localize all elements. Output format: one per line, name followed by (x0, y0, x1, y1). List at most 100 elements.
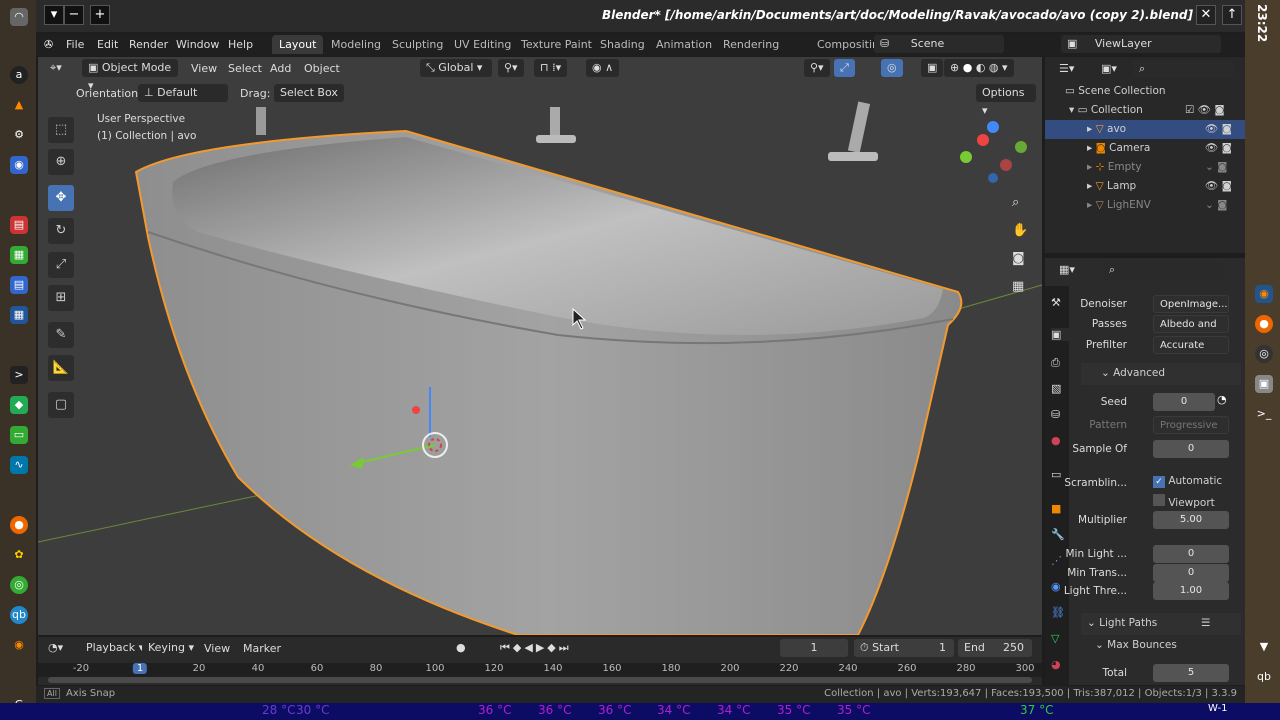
close-button[interactable]: ✕ (1196, 5, 1216, 25)
firefox-icon[interactable]: ● (1255, 315, 1273, 333)
physics-tab-icon[interactable]: ◉ (1051, 580, 1061, 593)
firefox-icon[interactable]: ● (10, 516, 28, 534)
menu-window[interactable]: Window (176, 38, 219, 51)
automatic-checkbox[interactable]: ✓ Automatic (1153, 475, 1222, 488)
sample-offset-field[interactable]: 0 (1153, 440, 1229, 458)
minimize-button[interactable]: − (64, 5, 84, 25)
orientation-selector[interactable]: ⊥ Default (138, 84, 228, 102)
outliner-search-input[interactable]: ⌕ (1133, 60, 1233, 78)
rotate-tool-icon[interactable]: ↻ (48, 218, 74, 244)
menu-file[interactable]: File (66, 38, 84, 51)
calc-icon[interactable]: ▦ (10, 306, 28, 324)
output-tab-icon[interactable]: ⎙ (1051, 356, 1060, 370)
end-frame-field[interactable]: End 250 (958, 639, 1032, 657)
tab-shading[interactable]: Shading (593, 35, 652, 54)
advanced-panel-header[interactable]: ⌄ Advanced (1081, 363, 1241, 385)
scale-tool-icon[interactable]: ⤢ (48, 252, 74, 278)
visibility-icons[interactable]: ⌄ ◙ (1205, 158, 1227, 177)
light-threshold-field[interactable]: 1.00 (1153, 582, 1229, 600)
visibility-selector[interactable]: ⚲▾ (804, 59, 830, 77)
select-tool-icon[interactable]: ⬚ (48, 117, 74, 143)
seed-field[interactable]: 0 (1153, 393, 1215, 411)
visibility-icons[interactable]: ⌄ ◙ (1205, 196, 1227, 215)
system-monitor-icon[interactable]: ◠ (10, 8, 28, 26)
add-cube-tool-icon[interactable]: ▢ (48, 392, 74, 418)
shading-modes[interactable]: ⊕ ● ◐ ◍ ▾ (944, 59, 1014, 77)
view-layer-selector[interactable]: ▣ ViewLayer (1061, 35, 1221, 53)
outliner-item-avo[interactable]: ▸ ▽ avo 👁 ◙ (1045, 120, 1245, 139)
material-tab-icon[interactable]: ◕ (1051, 658, 1061, 671)
writer-icon[interactable]: ▤ (10, 276, 28, 294)
editor-type-button[interactable]: ▦▾ (1053, 261, 1081, 279)
tool-tab-icon[interactable]: ⚒ (1051, 296, 1061, 309)
app-icon[interactable]: ◉ (10, 156, 28, 174)
maximize-button[interactable]: + (90, 5, 110, 25)
outliner-item-empty[interactable]: ▸ ⊹ Empty ⌄ ◙ (1045, 158, 1245, 177)
pan-hand-icon[interactable]: ✋ (1012, 223, 1028, 238)
keep-above-button[interactable]: ↑ (1222, 5, 1242, 25)
timeline-scrollbar[interactable] (48, 677, 1032, 683)
app-icon[interactable]: ▣ (1255, 375, 1273, 393)
menu-view[interactable]: View (191, 62, 217, 75)
app-icon[interactable]: ✿ (10, 546, 28, 564)
constraints-tab-icon[interactable]: ⛓ (1051, 606, 1065, 619)
mode-selector[interactable]: ▣ Object Mode ▾ (82, 59, 178, 92)
prefilter-dropdown[interactable]: Accurate (1153, 336, 1229, 354)
outliner-scene-collection[interactable]: ▭ Scene Collection (1045, 82, 1245, 101)
outliner-item-lamp[interactable]: ▸ ▽ Lamp 👁 ◙ (1045, 177, 1245, 196)
min-trans-field[interactable]: 0 (1153, 564, 1229, 582)
blender-icon[interactable]: ◉ (1255, 285, 1273, 303)
transform-orientation-selector[interactable]: ⤡ Global ▾ (420, 59, 492, 77)
move-tool-icon[interactable]: ✥ (48, 185, 74, 211)
blender-logo-icon[interactable]: ✇ (44, 38, 53, 51)
options-button[interactable]: Options ▾ (976, 84, 1036, 117)
tab-rendering[interactable]: Rendering (716, 35, 786, 54)
tab-sculpting[interactable]: Sculpting (385, 35, 450, 54)
outliner-collection[interactable]: ▾ ▭ Collection ☑ 👁 ◙ (1045, 101, 1245, 120)
particles-tab-icon[interactable]: ⋰ (1051, 554, 1062, 567)
auto-keying-toggle[interactable]: ● (450, 639, 472, 657)
menu-object[interactable]: Object (304, 62, 340, 75)
menu-help[interactable]: Help (228, 38, 253, 51)
document-icon[interactable]: ▤ (10, 216, 28, 234)
current-frame-field[interactable]: 1 (780, 639, 848, 657)
snap-toggle[interactable]: ⊓ ⁞▾ (534, 59, 568, 77)
measure-tool-icon[interactable]: 📐 (48, 355, 74, 381)
app-icon[interactable]: ◎ (10, 576, 28, 594)
menu-marker[interactable]: Marker (243, 642, 281, 655)
menu-add[interactable]: Add (270, 62, 291, 75)
tab-layout[interactable]: Layout (272, 35, 324, 54)
pivot-selector[interactable]: ⚲▾ (498, 59, 524, 77)
object-tab-icon[interactable]: ■ (1051, 502, 1061, 515)
blender-icon[interactable]: ◉ (10, 636, 28, 654)
viewport-checkbox[interactable]: Viewport (1153, 494, 1215, 509)
max-bounces-subpanel-header[interactable]: ⌄ Max Bounces (1095, 639, 1177, 651)
waveform-icon[interactable]: ∿ (10, 456, 28, 474)
visibility-icons[interactable]: 👁 ◙ (1205, 120, 1232, 139)
min-light-field[interactable]: 0 (1153, 545, 1229, 563)
app-icon[interactable]: ◆ (10, 396, 28, 414)
gizmo-toggle[interactable]: ⤢ (834, 59, 855, 77)
zoom-icon[interactable]: ⌕ (1012, 195, 1019, 210)
tab-uv-editing[interactable]: UV Editing (447, 35, 518, 54)
menu-edit[interactable]: Edit (97, 38, 118, 51)
display-mode-button[interactable]: ▣▾ (1095, 60, 1123, 78)
multiplier-field[interactable]: 5.00 (1153, 511, 1229, 529)
terminal-icon[interactable]: >_ (1255, 405, 1273, 423)
menu-render[interactable]: Render (129, 38, 168, 51)
ortho-grid-icon[interactable]: ▦ (1012, 279, 1024, 294)
transform-tool-icon[interactable]: ⊞ (48, 285, 74, 311)
checkbox-eye-camera-icons[interactable]: ☑ 👁 ◙ (1185, 101, 1225, 120)
world-tab-icon[interactable]: ● (1051, 434, 1061, 447)
scene-tab-icon[interactable]: ⛁ (1051, 408, 1060, 421)
start-frame-field[interactable]: ⏱ Start 1 (854, 639, 954, 657)
frame-ruler[interactable]: -20 1 20 40 60 80 100 120 140 160 180 200 220 240 260 2… (38, 663, 1042, 677)
properties-search-input[interactable]: ⌕ (1103, 261, 1223, 279)
visibility-icons[interactable]: 👁 ◙ (1205, 139, 1232, 158)
overlays-toggle[interactable]: ◎ (881, 59, 903, 77)
window-menu-button[interactable]: ▾ (44, 5, 64, 25)
amazon-icon[interactable]: a (10, 66, 28, 84)
modifier-tab-icon[interactable]: 🔧 (1051, 528, 1065, 541)
menu-keying[interactable]: Keying ▾ (142, 639, 200, 657)
app-icon[interactable]: ▭ (10, 426, 28, 444)
